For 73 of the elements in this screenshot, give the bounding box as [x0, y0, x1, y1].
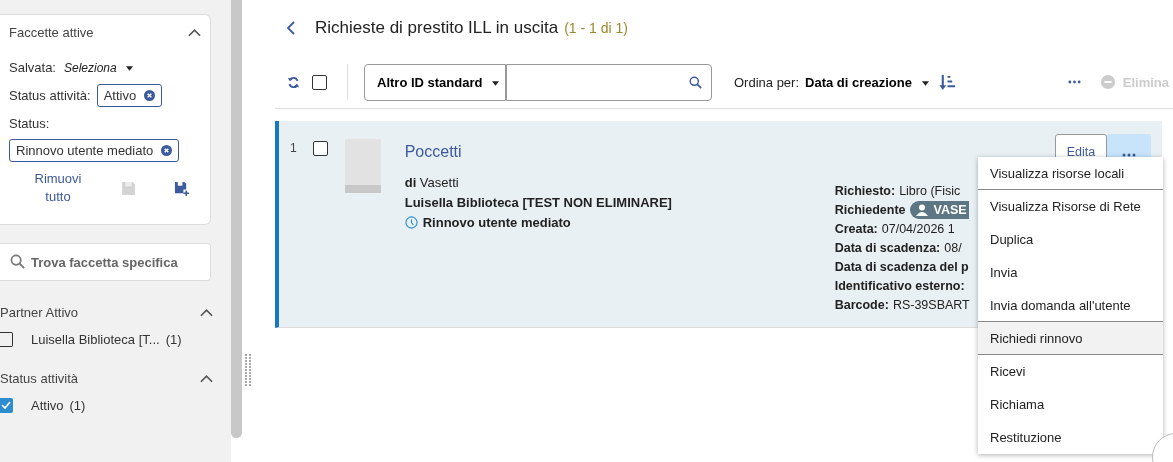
menu-item[interactable]: Invia	[978, 256, 1163, 289]
menu-item[interactable]: Richiedi rinnovo	[978, 322, 1163, 355]
resize-handle-icon[interactable]	[244, 354, 253, 388]
facet-option[interactable]: Attivo	[31, 398, 64, 413]
caret-icon	[492, 80, 500, 86]
requester-pill[interactable]: VASE	[909, 200, 969, 219]
search-icon	[10, 254, 25, 269]
saved-label: Salvata:	[9, 60, 56, 75]
more-icon[interactable]	[1067, 80, 1081, 84]
back-icon[interactable]	[287, 21, 295, 35]
select-all-checkbox[interactable]	[312, 74, 327, 90]
facet-chip: Attivo	[96, 84, 163, 107]
search-scope-dropdown[interactable]: Altro ID standard	[364, 63, 506, 101]
detail-label: Data di scadenza del p	[834, 259, 969, 274]
detail-value: 08/	[944, 240, 962, 255]
sort-dropdown[interactable]: Data di creazione	[805, 74, 929, 90]
remove-icon[interactable]	[161, 145, 173, 156]
clock-icon	[404, 216, 418, 229]
result-count: (1 - 1 di 1)	[564, 20, 628, 36]
facet-group-title: Status attività	[0, 371, 79, 386]
card-title: Faccette attive	[9, 25, 94, 40]
partner-text: Luisella Biblioteca [TEST NON ELIMINARE]	[404, 195, 673, 210]
save-new-icon[interactable]	[174, 180, 189, 196]
more-icon	[1122, 152, 1136, 157]
facet-label: Status attività:	[9, 88, 91, 103]
menu-item[interactable]: Ricevi	[978, 355, 1163, 388]
menu-item[interactable]: Richiama	[978, 388, 1163, 421]
menu-item[interactable]: Invia domanda all'utente	[978, 289, 1163, 322]
minus-circle-icon	[1100, 75, 1115, 89]
caret-icon	[126, 65, 134, 71]
author-text: di Vasetti	[404, 175, 460, 190]
status-text: Rinnovo utente mediato	[422, 215, 571, 230]
facet-search-field[interactable]: Trova faccetta specifica	[0, 243, 211, 281]
facet-label: Status:	[9, 116, 50, 131]
saved-dropdown[interactable]: Seleziona	[64, 60, 134, 75]
user-icon	[915, 203, 928, 216]
facet-option[interactable]: Luisella Biblioteca [T...	[31, 332, 160, 347]
detail-label: Richiedente	[834, 202, 906, 217]
detail-value: Libro (Fisic	[899, 183, 961, 198]
page-title: Richieste di prestito ILL in uscita	[315, 18, 559, 38]
row-number: 1	[290, 141, 297, 155]
scrollbar-thumb[interactable]	[231, 0, 242, 438]
detail-value: 07/04/2026 1	[881, 221, 955, 236]
facet-checkbox[interactable]	[0, 332, 13, 347]
detail-label: Creata:	[834, 221, 878, 236]
remove-all-link[interactable]: Rimuovi tutto	[33, 170, 83, 206]
detail-label: Data di scadenza:	[834, 240, 941, 255]
collapse-icon[interactable]	[200, 374, 213, 383]
refresh-icon[interactable]	[287, 75, 300, 89]
facet-chip: Rinnovo utente mediato	[9, 139, 180, 162]
facet-checkbox[interactable]	[0, 398, 13, 413]
menu-item[interactable]: Visualizza risorse locali	[978, 157, 1163, 190]
menu-item[interactable]: Visualizza Risorse di Rete	[978, 190, 1163, 223]
detail-label: Identificativo esterno:	[834, 278, 965, 293]
collapse-icon[interactable]	[200, 308, 213, 317]
detail-value: RS-39SBART	[892, 297, 970, 312]
search-icon[interactable]	[689, 75, 702, 89]
menu-item[interactable]: Restituzione	[978, 421, 1163, 454]
cover-placeholder-icon	[344, 139, 381, 193]
request-title-link[interactable]: Poccetti	[404, 143, 835, 161]
detail-label: Barcode:	[834, 297, 889, 312]
menu-item[interactable]: Duplica	[978, 223, 1163, 256]
caret-icon	[921, 80, 929, 86]
facet-count: (1)	[165, 332, 182, 347]
collapse-icon[interactable]	[188, 28, 201, 37]
facet-count: (1)	[69, 398, 86, 413]
sort-order-icon[interactable]	[938, 73, 956, 91]
row-checkbox[interactable]	[312, 141, 328, 156]
sort-label: Ordina per:	[734, 74, 800, 90]
remove-icon[interactable]	[144, 90, 156, 101]
search-field[interactable]	[506, 63, 712, 101]
detail-label: Richiesto:	[834, 183, 896, 198]
facet-group-title: Partner Attivo	[0, 305, 79, 320]
